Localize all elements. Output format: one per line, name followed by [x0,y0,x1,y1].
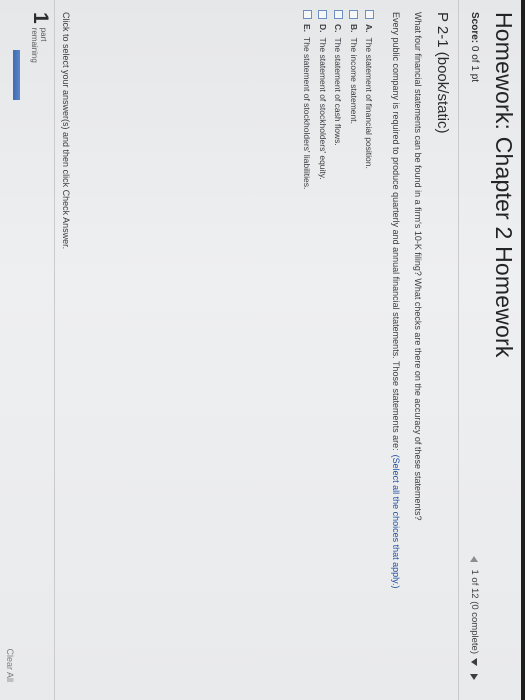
choice-letter: E. [302,24,313,33]
screen-bezel [521,0,525,700]
answer-choices: A. The statement of financial position. … [300,10,378,189]
choice-c[interactable]: C. The statement of cash flows. [331,10,347,189]
question-counter-dropdown[interactable]: 1 of 12 (0 complete) [469,569,480,666]
choice-text: The statement of stockholders' liabiliti… [302,37,313,190]
question-counter: 1 of 12 (0 complete) [469,569,480,655]
problem-title: P 2-1 (book/static) [434,12,451,134]
parts-label-line2: remaining [30,27,39,63]
parts-label-line1: part [39,27,48,42]
parts-remaining: 1 part remaining [29,12,52,63]
question-navigation: 1 of 12 (0 complete) [469,555,480,680]
progress-bar [13,50,20,100]
checkbox-icon[interactable] [349,10,359,19]
question-text: What four financial statements can be fo… [413,12,423,521]
select-hint: (Select all the choices that apply.) [391,454,401,589]
score-label: Score: [469,12,480,44]
parts-count: 1 [29,12,52,24]
footer-divider [54,0,55,700]
progress-fill [13,50,20,100]
choice-a[interactable]: A. The statement of financial position. [362,10,378,189]
choice-letter: C. [333,24,344,33]
checkbox-icon[interactable] [364,10,374,19]
page-title: Homework: Chapter 2 Homework [491,12,517,358]
parts-label: part remaining [30,28,48,63]
footer-note: Click to select your answer(s) and then … [61,12,71,250]
question-list-dropdown-icon [471,658,478,666]
choice-letter: D. [317,24,328,33]
homework-screen: Homework: Chapter 2 Homework Score: 0 of… [0,0,525,700]
choice-text: The income statement. [348,37,359,124]
choice-b[interactable]: B. The income statement. [346,10,362,189]
choice-d[interactable]: D. The statement of stockholders' equity… [315,10,331,189]
score-value: 0 of 1 pt [469,45,480,83]
next-question-icon[interactable] [470,674,479,680]
choice-text: The statement of stockholders' equity. [317,37,328,180]
instruction-text: Every public company is required to prod… [391,12,401,451]
checkbox-icon[interactable] [302,10,312,19]
choice-text: The statement of financial position. [364,37,375,169]
checkbox-icon[interactable] [333,10,343,19]
choice-letter: B. [348,24,359,33]
choice-letter: A. [364,24,375,33]
prev-question-icon[interactable] [470,555,479,562]
clear-all-button[interactable]: Clear All [5,648,15,682]
instruction: Every public company is required to prod… [391,12,401,588]
checkbox-icon[interactable] [318,10,328,19]
choice-text: The statement of cash flows. [333,37,344,146]
choice-e[interactable]: E. The statement of stockholders' liabil… [300,10,316,189]
header-divider [458,0,459,700]
score: Score: 0 of 1 pt [469,12,480,82]
